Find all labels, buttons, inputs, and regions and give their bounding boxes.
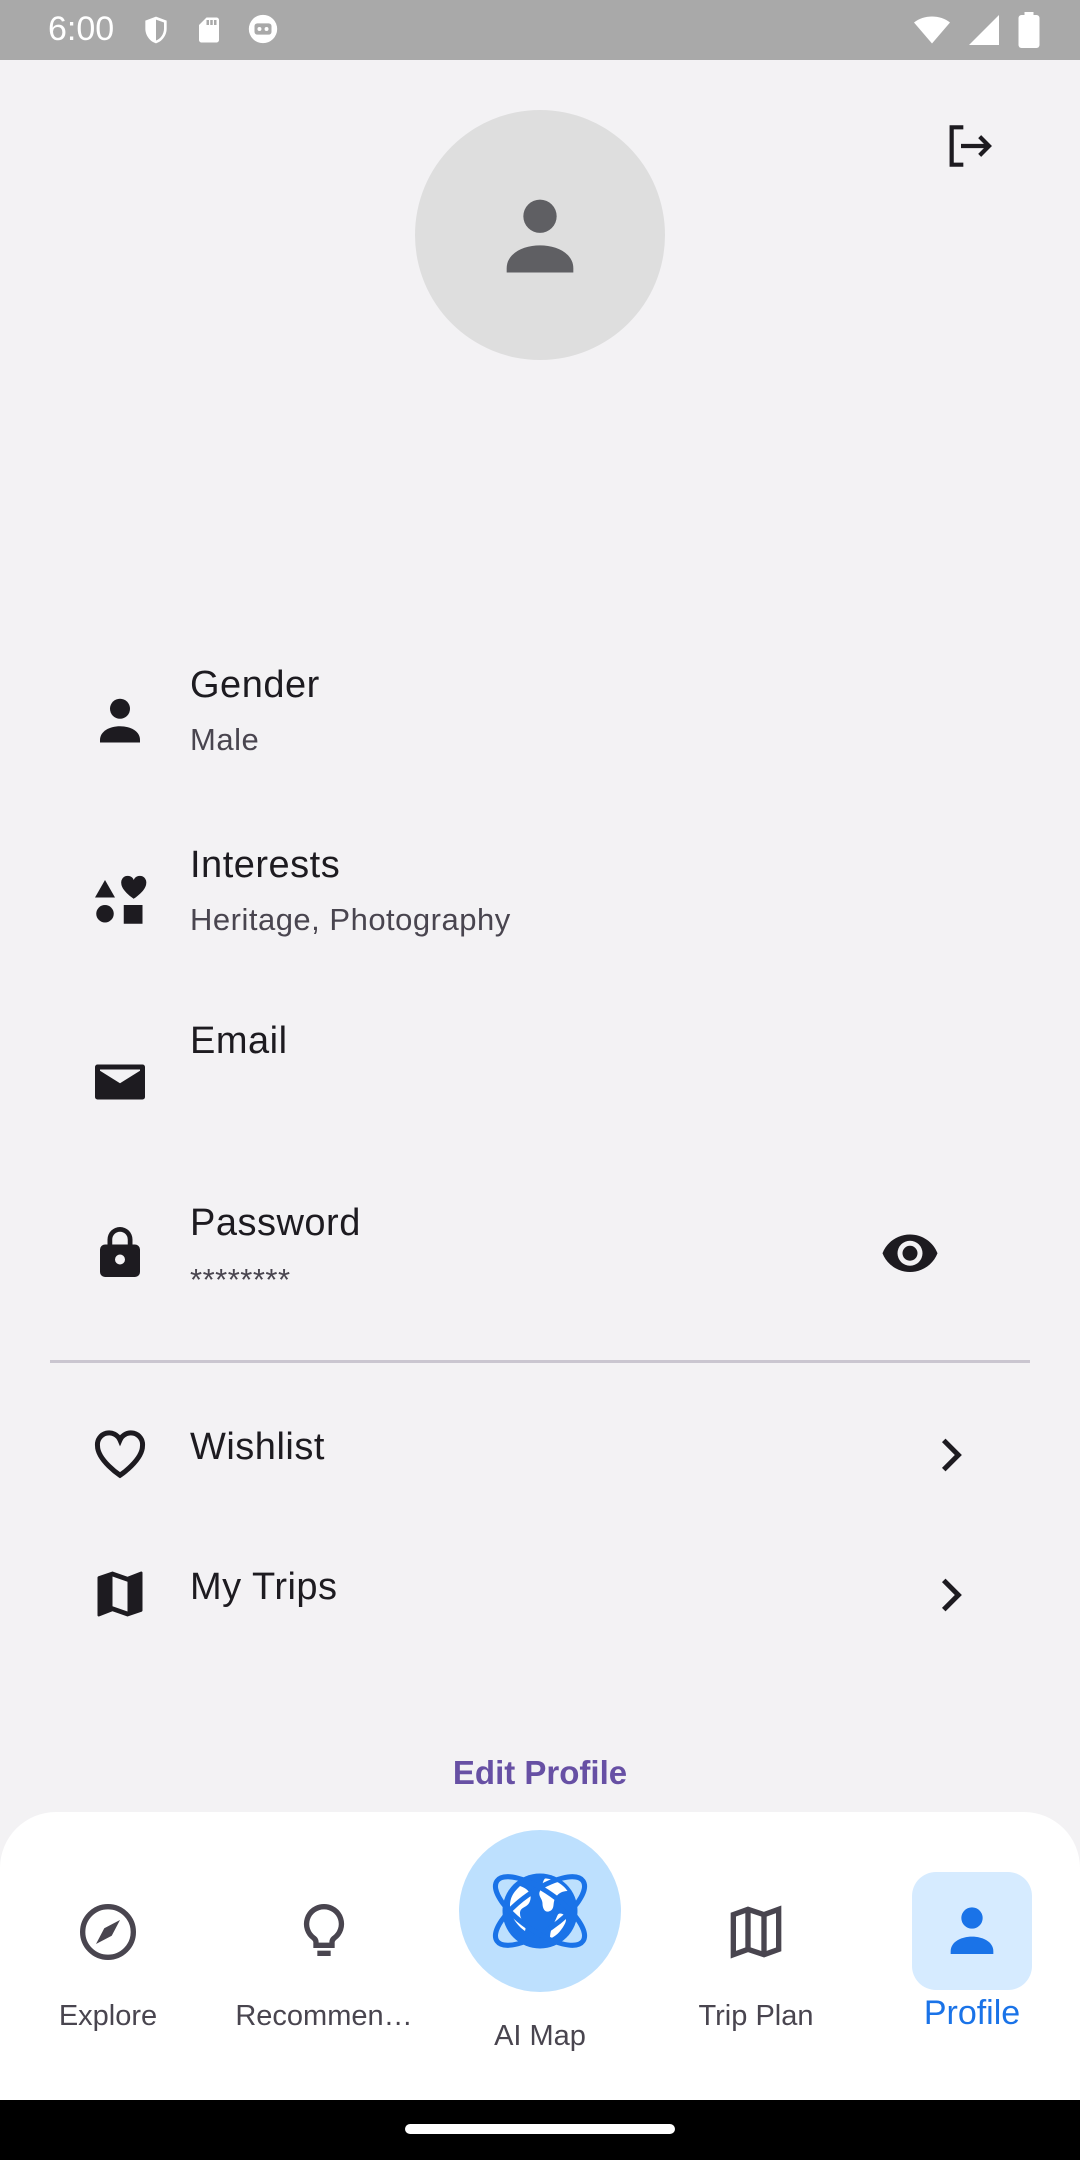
toggle-password-visibility-button[interactable] [880, 1222, 940, 1282]
interests-row: Interests Heritage, Photography [0, 840, 1080, 960]
wishlist-label: Wishlist [190, 1426, 325, 1468]
status-left-icons [140, 12, 280, 48]
battery-icon [1018, 12, 1040, 48]
nav-item-recommendations[interactable]: Recommen… [216, 1812, 432, 2100]
sd-card-icon [199, 17, 219, 43]
chevron-right-icon [941, 1578, 962, 1612]
person-icon [506, 199, 574, 273]
status-time: 6:00 [48, 10, 115, 48]
gesture-handle[interactable] [405, 2124, 675, 2134]
wifi-icon [914, 16, 950, 44]
chevron-right-icon [941, 1438, 962, 1472]
nav-label-recommendations: Recommen… [235, 2000, 413, 2032]
shield-icon [145, 16, 167, 44]
heart-icon [94, 1430, 146, 1479]
my-trips-row[interactable]: My Trips [0, 1542, 1080, 1646]
person-icon [100, 698, 140, 743]
gender-label: Gender [190, 664, 320, 706]
logout-icon [949, 125, 992, 167]
status-bar: 6:00 [0, 0, 1080, 60]
nav-label-profile: Profile [923, 1994, 1021, 2032]
robot-icon [248, 14, 278, 44]
status-right-icons [914, 12, 1040, 48]
password-label: Password [190, 1202, 361, 1244]
my-trips-label: My Trips [190, 1566, 338, 1608]
email-label: Email [190, 1020, 288, 1062]
interests-label: Interests [190, 844, 341, 886]
password-row: Password ******** [0, 1200, 1080, 1320]
person-icon [950, 1907, 994, 1954]
lock-icon [100, 1227, 140, 1277]
nav-item-trip-plan[interactable]: Trip Plan [648, 1812, 864, 2100]
divider [50, 1360, 1030, 1363]
gender-value: Male [190, 722, 260, 757]
map-icon [730, 1905, 782, 1959]
wishlist-row[interactable]: Wishlist [0, 1402, 1080, 1506]
email-row: Email [0, 1018, 1080, 1138]
eye-icon [882, 1234, 938, 1272]
nav-label-ai-map: AI Map [494, 2020, 586, 2052]
interests-value: Heritage, Photography [190, 902, 511, 937]
edit-profile-button[interactable]: Edit Profile [390, 1745, 690, 1801]
ai-map-button[interactable] [459, 1830, 621, 1992]
nav-item-explore[interactable]: Explore [0, 1812, 216, 2100]
gender-row: Gender Male [0, 660, 1080, 780]
lightbulb-icon [303, 1903, 345, 1956]
nav-label-explore: Explore [58, 2000, 158, 2032]
mail-icon [95, 1064, 145, 1100]
logout-button[interactable] [940, 118, 996, 174]
avatar[interactable] [415, 110, 665, 360]
category-icon [95, 875, 147, 924]
nav-item-profile[interactable]: Profile [864, 1812, 1080, 2100]
globe-icon [492, 1873, 588, 1949]
signal-icon [969, 15, 999, 45]
nav-label-trip-plan: Trip Plan [698, 2000, 814, 2032]
map-icon [97, 1571, 143, 1617]
compass-icon [80, 1904, 136, 1960]
bottom-nav: Explore Recommen… AI Map Trip Plan Profi… [0, 1812, 1080, 2100]
password-value: ******** [190, 1262, 291, 1297]
